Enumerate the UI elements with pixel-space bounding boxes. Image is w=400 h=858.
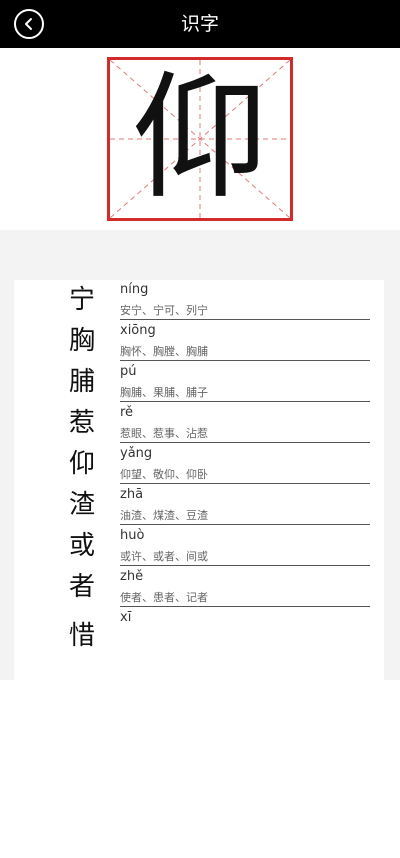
list-words: 油渣、煤渣、豆渣 — [120, 509, 208, 522]
list-pinyin: rě — [120, 405, 134, 420]
list-item[interactable]: 惜 xī — [14, 608, 384, 651]
list-char: 宁 — [68, 285, 95, 315]
top-bar: 识字 — [0, 0, 400, 48]
list-pinyin: zhā — [120, 487, 144, 502]
list-item[interactable]: 惹 rě 惹眼、惹事、沾惹 — [14, 403, 384, 443]
list-item[interactable]: 脯 pú 胸脯、果脯、脯子 — [14, 362, 384, 402]
list-area: 宁 níng 安宁、宁可、列宁 胸 xiōng 胸怀、胸膛、胸脯 脯 pú 胸脯… — [0, 230, 400, 858]
list-words: 惹眼、惹事、沾惹 — [120, 427, 208, 440]
row-divider — [120, 606, 370, 607]
list-char: 惜 — [68, 621, 95, 651]
character-list: 宁 níng 安宁、宁可、列宁 胸 xiōng 胸怀、胸膛、胸脯 脯 pú 胸脯… — [14, 280, 384, 858]
list-char: 惹 — [68, 408, 95, 438]
list-pinyin: huò — [120, 528, 145, 543]
list-pinyin: pú — [120, 364, 137, 379]
list-item[interactable]: 或 huò 或许、或者、间或 — [14, 526, 384, 566]
row-divider — [120, 319, 370, 320]
row-divider — [120, 524, 370, 525]
list-words: 仰望、敬仰、仰卧 — [120, 468, 208, 481]
list-char: 脯 — [68, 367, 95, 397]
page-title: 识字 — [180, 13, 219, 35]
list-words: 使者、患者、记者 — [120, 591, 208, 604]
list-words: 安宁、宁可、列宁 — [120, 304, 208, 317]
list-pinyin: xiōng — [120, 323, 156, 338]
list-item[interactable]: 仰 yǎng 仰望、敬仰、仰卧 — [14, 444, 384, 484]
list-pinyin: xī — [120, 610, 132, 625]
hero-character: 仰 — [132, 60, 268, 218]
list-char: 仰 — [68, 449, 95, 479]
list-item[interactable]: 渣 zhā 油渣、煤渣、豆渣 — [14, 485, 384, 525]
list-item[interactable]: 者 zhě 使者、患者、记者 — [14, 567, 384, 607]
tianzige-grid: 仰 — [107, 57, 293, 221]
list-pinyin: zhě — [120, 569, 144, 584]
list-words: 胸脯、果脯、脯子 — [120, 386, 208, 399]
list-words: 胸怀、胸膛、胸脯 — [120, 345, 208, 358]
list-pinyin: yǎng — [120, 446, 153, 461]
row-divider — [120, 442, 370, 443]
row-divider — [120, 483, 370, 484]
list-char: 渣 — [68, 490, 95, 520]
row-divider — [120, 565, 370, 566]
list-words: 或许、或者、间或 — [120, 550, 208, 563]
list-char: 胸 — [68, 326, 95, 356]
row-divider — [120, 401, 370, 402]
row-divider — [120, 360, 370, 361]
list-char: 者 — [68, 572, 95, 602]
list-item[interactable]: 宁 níng 安宁、宁可、列宁 — [14, 280, 384, 320]
list-item[interactable]: 胸 xiōng 胸怀、胸膛、胸脯 — [14, 321, 384, 361]
list-char: 或 — [68, 531, 95, 561]
character-display: 仰 — [0, 48, 400, 230]
list-pinyin: níng — [120, 282, 149, 297]
